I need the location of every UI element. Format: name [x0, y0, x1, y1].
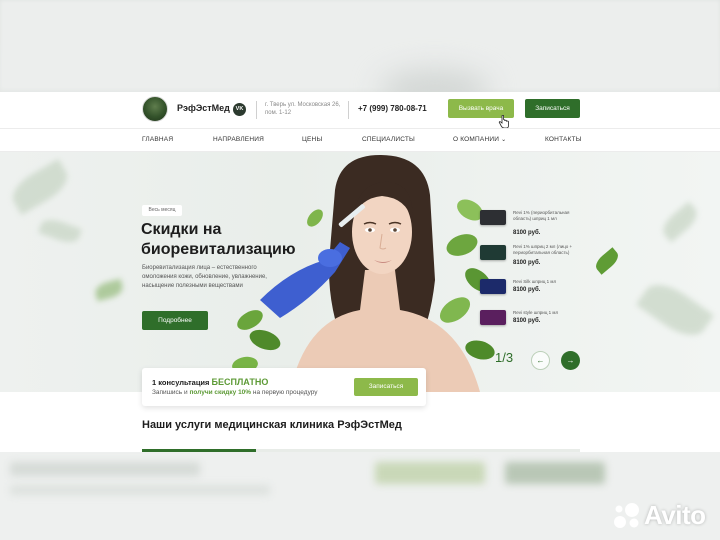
product-name: Revi Silk шприц 1 мл [513, 279, 557, 284]
promo-sub-prefix: Запишись и [152, 389, 188, 396]
product-price: 8100 руб. [513, 287, 541, 293]
nav-item-prices[interactable]: ЦЕНЫ [302, 136, 322, 143]
product-image[interactable] [480, 310, 506, 325]
promo-discount: получи скидку 10% [189, 389, 252, 396]
product-image[interactable] [480, 245, 506, 260]
nav-item-home[interactable]: ГЛАВНАЯ [142, 136, 173, 143]
blurred-text [10, 462, 200, 476]
nav-item-about[interactable]: О КОМПАНИИ ⌄ [453, 136, 506, 143]
decorative-leaf [38, 215, 82, 247]
promo-free: БЕСПЛАТНО [211, 377, 269, 387]
divider [348, 101, 349, 119]
arrow-right-icon[interactable]: → [561, 351, 580, 370]
services-tab-active[interactable] [142, 449, 256, 452]
promo-headline: 1 консультация БЕСПЛАТНО [152, 377, 268, 387]
product-name: Revi 1% шприц 2 мл (лицо + периорбитальн… [513, 244, 573, 255]
product-price: 8100 руб. [513, 230, 541, 236]
nav-item-specialists[interactable]: СПЕЦИАЛИСТЫ [362, 136, 415, 143]
product-image[interactable] [480, 279, 506, 294]
blurred-header [0, 0, 720, 90]
avito-logo-icon [614, 503, 639, 528]
promo-book-button[interactable]: Записаться [354, 378, 418, 396]
main-nav: ГЛАВНАЯ НАПРАВЛЕНИЯ ЦЕНЫ СПЕЦИАЛИСТЫ О К… [0, 128, 720, 152]
promo-sub-suffix: на первую процедуру [252, 389, 318, 396]
decorative-leaf [636, 275, 714, 345]
decorative-leaf [6, 159, 74, 215]
address-text: г. Тверь ул. Московская 26, пом. 1-12 [265, 102, 341, 116]
slide-counter: 1/3 [495, 350, 514, 365]
decorative-leaf [93, 278, 125, 302]
hand-cursor-icon [498, 115, 509, 129]
nav-item-directions[interactable]: НАПРАВЛЕНИЯ [213, 136, 264, 143]
product-image[interactable] [480, 210, 506, 225]
promo-subline: Запишись и получи скидку 10% на первую п… [152, 389, 318, 396]
hero-image [232, 155, 495, 392]
decorative-leaf [658, 201, 702, 243]
brand-name[interactable]: РэфЭстМед [177, 103, 230, 113]
decorative-leaf [592, 247, 622, 275]
nav-item-contacts[interactable]: КОНТАКТЫ [545, 136, 582, 143]
divider [256, 101, 257, 119]
book-button[interactable]: Записаться [525, 99, 580, 118]
nav-item-about-label: О КОМПАНИИ [453, 136, 500, 143]
promo-prefix: 1 консультация [152, 378, 210, 387]
product-name: Revi 1% (периорбитальная область) шприц … [513, 210, 570, 221]
promo-card: 1 консультация БЕСПЛАТНО Запишись и полу… [142, 368, 426, 406]
vk-icon[interactable]: VK [233, 103, 246, 116]
hero-badge: Весь месяц [142, 205, 182, 216]
services-title: Наши услуги медицинская клиника РэфЭстМе… [142, 419, 402, 431]
product-name: Revi style шприц 1 мл [513, 310, 559, 315]
blurred-button [505, 462, 605, 484]
product-price: 8100 руб. [513, 318, 541, 324]
blurred-button [375, 462, 485, 484]
product-price: 8100 руб. [513, 260, 541, 266]
clinic-logo[interactable] [142, 96, 168, 122]
arrow-left-icon[interactable]: ← [531, 351, 550, 370]
more-button[interactable]: Подробнее [142, 311, 208, 330]
site-header: РэфЭстМед VK г. Тверь ул. Московская 26,… [0, 92, 720, 129]
phone-link[interactable]: +7 (999) 780-08-71 [358, 104, 427, 113]
blurred-text [10, 485, 270, 495]
chevron-down-icon: ⌄ [501, 137, 507, 143]
website-screenshot: РэфЭстМед VK г. Тверь ул. Московская 26,… [0, 92, 720, 452]
avito-text: Avito [644, 500, 706, 530]
